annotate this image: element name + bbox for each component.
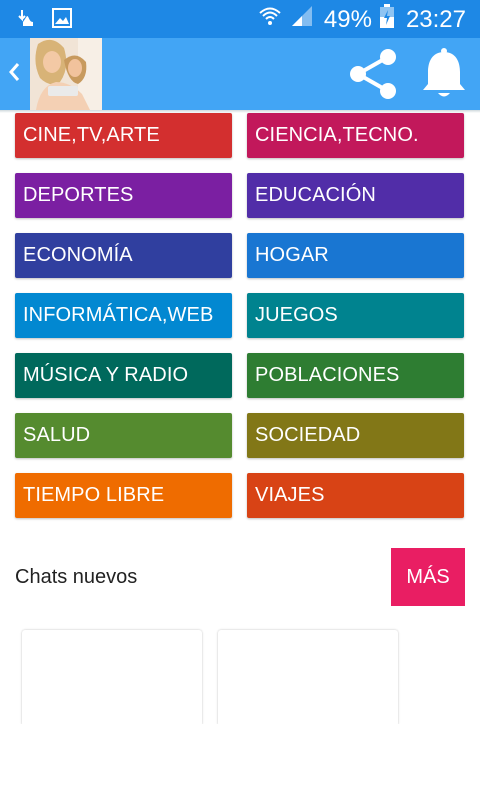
chat-cards-row: [0, 620, 480, 724]
image-icon: [52, 8, 72, 33]
app-bar: [0, 38, 480, 110]
clock: 23:27: [405, 5, 466, 33]
category-viajes[interactable]: VIAJES: [247, 473, 464, 518]
battery-charging-icon: [379, 4, 394, 35]
category-hogar[interactable]: HOGAR: [247, 233, 464, 278]
category-tiempo-libre[interactable]: TIEMPO LIBRE: [15, 473, 232, 518]
download-icon: [16, 8, 38, 33]
category-economia[interactable]: ECONOMÍA: [15, 233, 232, 278]
bell-icon: [420, 48, 468, 106]
share-icon: [346, 49, 400, 106]
category-cine-tv-arte[interactable]: CINE,TV,ARTE: [15, 113, 232, 158]
category-deportes[interactable]: DEPORTES: [15, 173, 232, 218]
category-ciencia-tecno[interactable]: CIENCIA,TECNO.: [247, 113, 464, 158]
more-chats-button[interactable]: MÁS: [391, 548, 465, 606]
wifi-icon: [258, 4, 282, 35]
category-juegos[interactable]: JUEGOS: [247, 293, 464, 338]
chat-card[interactable]: [218, 630, 398, 724]
category-educacion[interactable]: EDUCACIÓN: [247, 173, 464, 218]
status-bar-left: [16, 8, 72, 33]
chat-card[interactable]: [22, 630, 202, 724]
battery-percent: 49%: [323, 5, 372, 33]
category-sociedad[interactable]: SOCIEDAD: [247, 413, 464, 458]
share-button[interactable]: [346, 46, 400, 102]
notifications-button[interactable]: [420, 46, 468, 102]
chevron-left-icon: [7, 61, 21, 88]
back-button[interactable]: [2, 56, 26, 92]
category-salud[interactable]: SALUD: [15, 413, 232, 458]
signal-icon: [290, 4, 314, 35]
category-informatica-web[interactable]: INFORMÁTICA,WEB: [15, 293, 232, 338]
category-musica-y-radio[interactable]: MÚSICA Y RADIO: [15, 353, 232, 398]
chats-section-title: Chats nuevos: [15, 566, 138, 588]
category-poblaciones[interactable]: POBLACIONES: [247, 353, 464, 398]
avatar[interactable]: [30, 38, 102, 110]
status-bar: 49% 23:27: [0, 0, 480, 38]
status-bar-right: 49% 23:27: [258, 4, 466, 35]
